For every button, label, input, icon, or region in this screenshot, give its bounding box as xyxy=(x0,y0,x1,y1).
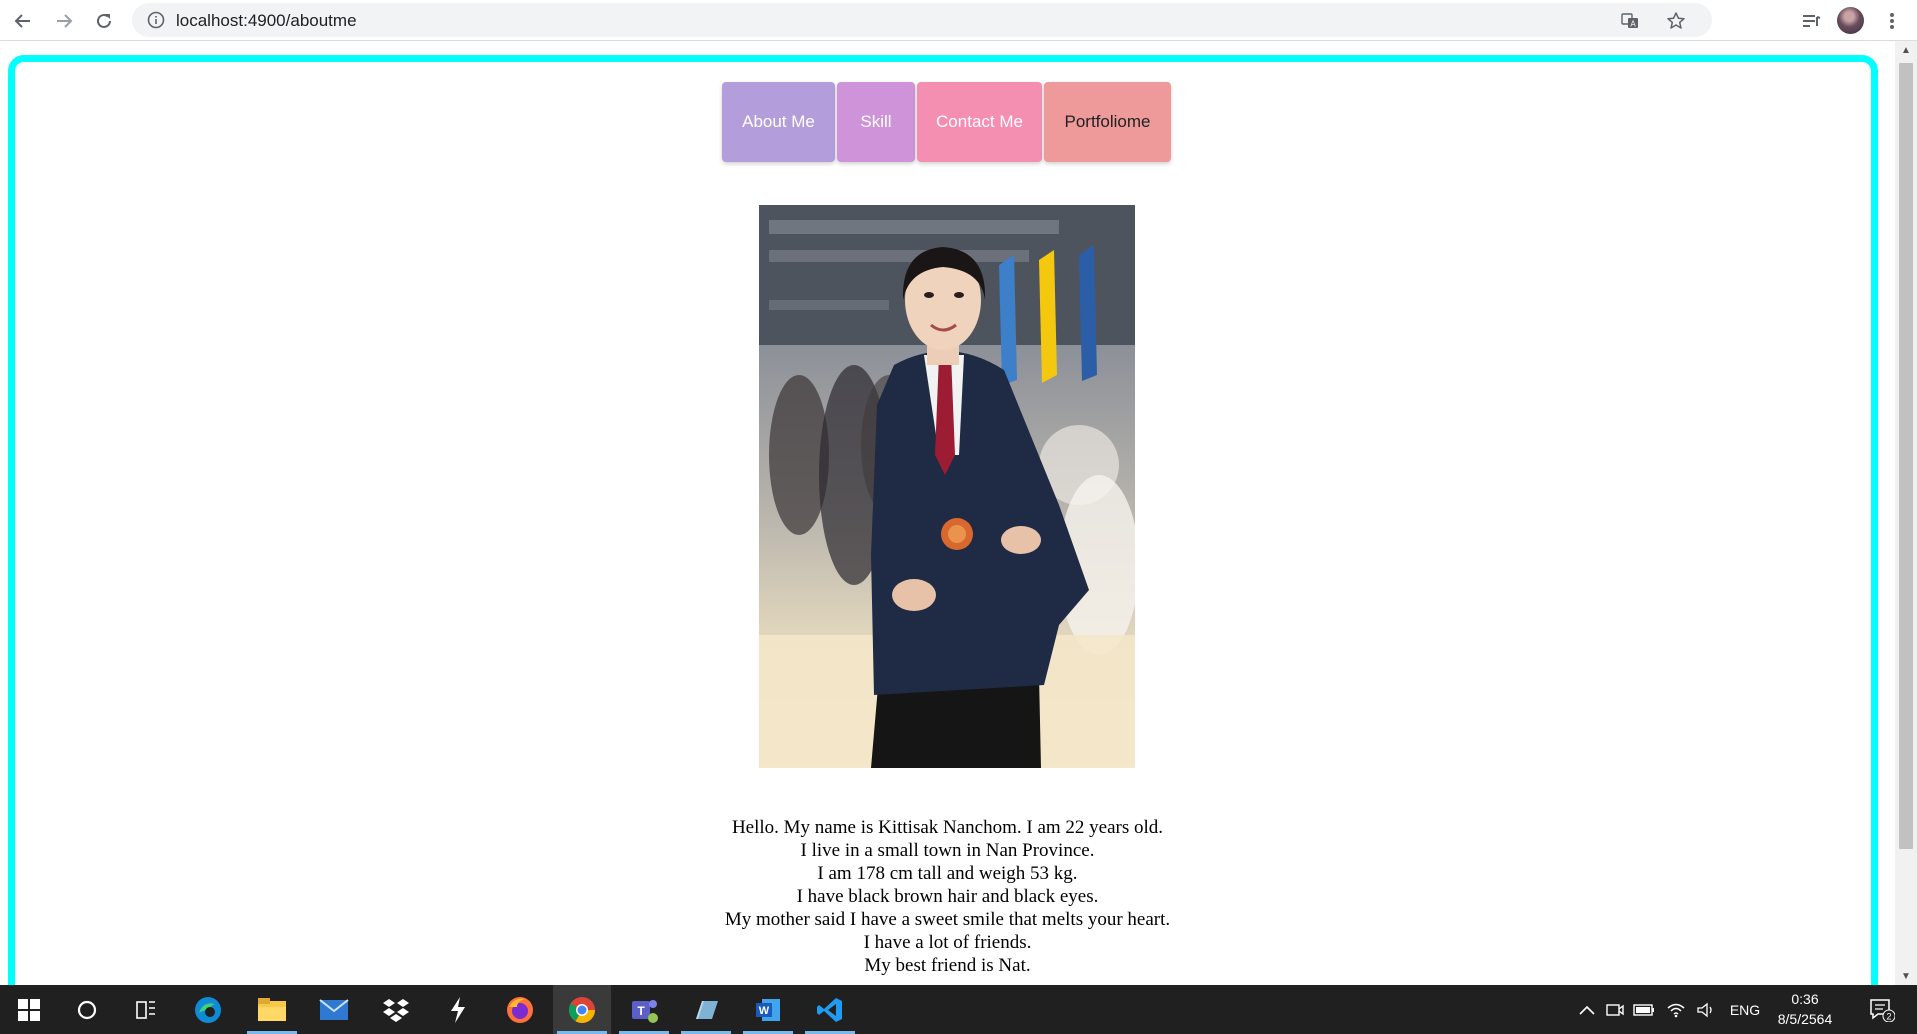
nav-about-me-button[interactable]: About Me xyxy=(722,82,835,162)
bio-line: I have black brown hair and black eyes. xyxy=(796,886,1099,907)
browser-toolbar: localhost:4900/aboutme A xyxy=(0,0,1917,41)
back-arrow-icon[interactable] xyxy=(8,6,38,36)
dropbox-icon[interactable] xyxy=(367,985,425,1034)
show-hidden-icons-chevron-icon[interactable] xyxy=(1576,985,1598,1034)
edge-icon[interactable] xyxy=(179,985,237,1034)
nav-portfolio-button[interactable]: Portfoliome xyxy=(1044,82,1171,162)
bio-line: My best friend is Nat. xyxy=(864,955,1031,976)
windows-start-icon[interactable] xyxy=(0,985,58,1034)
site-info-icon[interactable] xyxy=(146,10,166,30)
mail-icon[interactable] xyxy=(305,985,363,1034)
nav-contact-me-button[interactable]: Contact Me xyxy=(917,82,1042,162)
more-menu-icon[interactable] xyxy=(1877,6,1907,36)
profile-avatar[interactable] xyxy=(1837,7,1864,34)
main-nav: About Me Skill Contact Me Portfoliome xyxy=(722,82,1171,162)
volume-icon[interactable] xyxy=(1694,985,1718,1034)
bio-line: My mother said I have a sweet smile that… xyxy=(724,909,1171,930)
scrollbar-thumb[interactable] xyxy=(1899,63,1913,849)
address-bar[interactable]: localhost:4900/aboutme A xyxy=(132,3,1712,37)
notes-icon[interactable] xyxy=(677,985,735,1034)
profile-photo xyxy=(759,205,1135,768)
scroll-up-arrow-icon[interactable]: ▲ xyxy=(1895,41,1917,59)
forward-arrow-icon[interactable] xyxy=(49,6,79,36)
app-s-icon[interactable] xyxy=(429,985,487,1034)
svg-text:W: W xyxy=(759,1005,770,1017)
bio-line: I have a lot of friends. xyxy=(863,932,1032,953)
vertical-scrollbar[interactable]: ▲ ▼ xyxy=(1895,41,1917,985)
vscode-icon[interactable] xyxy=(801,985,859,1034)
firefox-icon[interactable] xyxy=(491,985,549,1034)
page-viewport: About Me Skill Contact Me Portfoliome He… xyxy=(0,41,1895,985)
svg-text:T: T xyxy=(637,1004,645,1018)
reading-list-icon[interactable] xyxy=(1796,6,1826,36)
bio-line: I am 178 cm tall and weigh 53 kg. xyxy=(817,863,1078,884)
scroll-down-arrow-icon[interactable]: ▼ xyxy=(1895,967,1917,985)
bookmark-star-icon[interactable] xyxy=(1664,9,1688,33)
notification-count: 2 xyxy=(1886,1011,1891,1021)
bio-line: Hello. My name is Kittisak Nanchom. I am… xyxy=(731,817,1164,838)
nav-skill-button[interactable]: Skill xyxy=(837,82,915,162)
system-clock[interactable]: 0:36 8/5/2564 xyxy=(1760,989,1850,1029)
task-view-icon[interactable] xyxy=(117,985,175,1034)
url-text[interactable]: localhost:4900/aboutme xyxy=(176,11,357,31)
language-indicator[interactable]: ENG xyxy=(1726,985,1764,1034)
file-explorer-icon[interactable] xyxy=(243,985,301,1034)
word-icon[interactable]: W xyxy=(739,985,797,1034)
clock-time: 0:36 xyxy=(1791,991,1819,1007)
teams-icon[interactable]: T xyxy=(615,985,673,1034)
battery-icon[interactable] xyxy=(1632,985,1656,1034)
notification-center-icon[interactable]: 2 xyxy=(1862,985,1902,1034)
clock-date: 8/5/2564 xyxy=(1777,1011,1833,1027)
svg-text:A: A xyxy=(1630,20,1636,29)
chrome-icon[interactable] xyxy=(553,985,611,1034)
bio-text: Hello. My name is Kittisak Nanchom. I am… xyxy=(0,816,1895,977)
translate-icon[interactable]: A xyxy=(1618,9,1642,33)
reload-icon[interactable] xyxy=(89,6,119,36)
bio-line: I live in a small town in Nan Province. xyxy=(800,840,1095,861)
wifi-icon[interactable] xyxy=(1664,985,1688,1034)
windows-taskbar: T W ENG 0:36 8/5/2564 2 xyxy=(0,985,1917,1034)
search-circle-icon[interactable] xyxy=(58,985,116,1034)
meet-now-icon[interactable] xyxy=(1604,985,1626,1034)
